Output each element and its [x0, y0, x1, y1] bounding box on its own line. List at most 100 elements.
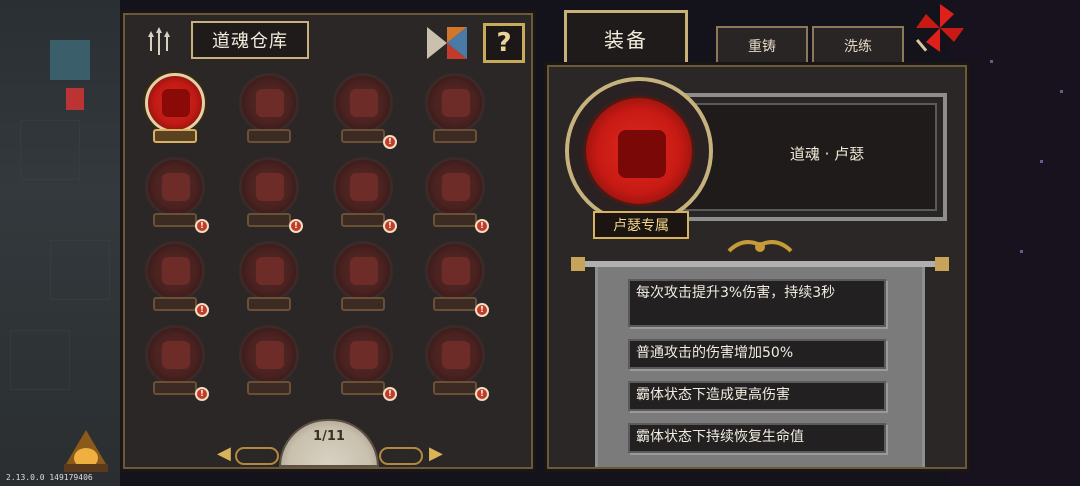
- soul-slot[interactable]: [419, 71, 491, 149]
- notification-badge: !: [475, 219, 489, 233]
- orb-stand: [153, 381, 197, 395]
- orb-stand: [247, 381, 291, 395]
- soul-slot[interactable]: !: [419, 323, 491, 401]
- orb-stand: [247, 297, 291, 311]
- soul-face-icon: [442, 89, 470, 117]
- soul-orb: [239, 241, 299, 301]
- notification-badge: !: [383, 387, 397, 401]
- soul-face-icon: [162, 89, 190, 117]
- soul-slot[interactable]: [233, 323, 305, 401]
- orb-stand: [341, 129, 385, 143]
- soul-orb: [145, 325, 205, 385]
- soul-slot[interactable]: [233, 239, 305, 317]
- background-character: [66, 88, 84, 110]
- soul-slot[interactable]: !: [327, 155, 399, 233]
- soul-orb: [425, 241, 485, 301]
- background-scene-left: [0, 0, 120, 486]
- notification-badge: !: [475, 387, 489, 401]
- star: [1060, 90, 1063, 93]
- soul-face-icon: [256, 341, 284, 369]
- soul-glyph-icon: [618, 130, 666, 178]
- soul-face-icon: [442, 341, 470, 369]
- next-page-button[interactable]: ▶: [429, 443, 443, 464]
- warehouse-title: 道魂仓库: [191, 21, 309, 59]
- soul-orb: [145, 157, 205, 217]
- orb-stand: [341, 381, 385, 395]
- soul-face-icon: [442, 173, 470, 201]
- soul-orb: [333, 241, 393, 301]
- soul-slot[interactable]: !: [419, 155, 491, 233]
- notification-badge: !: [383, 135, 397, 149]
- trident-icon: [148, 27, 170, 55]
- orb-stand: [247, 129, 291, 143]
- close-pinwheel-icon[interactable]: [914, 2, 966, 54]
- star: [990, 60, 993, 63]
- version-label: 2.13.0.0 149179406: [6, 473, 93, 482]
- orb-stand: [433, 213, 477, 227]
- star: [1020, 250, 1023, 253]
- soul-face-icon: [442, 257, 470, 285]
- floor-tile: [20, 120, 80, 180]
- soul-face-icon: [162, 173, 190, 201]
- page-indicator: 1/11: [313, 429, 345, 444]
- soul-orb: [239, 157, 299, 217]
- soul-orb: [239, 73, 299, 133]
- orb-stand: [341, 213, 385, 227]
- soul-face-icon: [350, 89, 378, 117]
- soul-slot[interactable]: !: [327, 71, 399, 149]
- tab-refine[interactable]: 洗练: [812, 26, 904, 64]
- soul-face-icon: [256, 257, 284, 285]
- orb-stand: [433, 297, 477, 311]
- soul-face-icon: [162, 257, 190, 285]
- orb-stand: [247, 213, 291, 227]
- orb-stand: [433, 129, 477, 143]
- equipped-soul-orb[interactable]: [565, 77, 713, 225]
- help-button[interactable]: ?: [483, 23, 525, 63]
- effect-item: 霸体状态下造成更高伤害: [628, 381, 886, 411]
- gold-ornament-icon: [727, 240, 793, 253]
- soul-slot[interactable]: !: [233, 155, 305, 233]
- effect-item: 普通攻击的伤害增加50%: [628, 339, 886, 369]
- soul-face-icon: [350, 173, 378, 201]
- soul-orb: [425, 73, 485, 133]
- scroll-ornament-right: [379, 447, 423, 465]
- soul-orb: [333, 325, 393, 385]
- tab-recast[interactable]: 重铸: [716, 26, 808, 64]
- soul-orb: [145, 241, 205, 301]
- soul-orb-core: [583, 95, 695, 207]
- notification-badge: !: [195, 387, 209, 401]
- notification-badge: !: [195, 219, 209, 233]
- soul-slot[interactable]: [139, 71, 211, 149]
- orb-stand: [433, 381, 477, 395]
- notification-badge: !: [289, 219, 303, 233]
- soul-face-icon: [350, 257, 378, 285]
- notification-badge: !: [383, 219, 397, 233]
- soul-slot[interactable]: !: [139, 323, 211, 401]
- soul-slot[interactable]: !: [327, 323, 399, 401]
- soul-grid: !!!!!!!!!!: [139, 71, 523, 411]
- prev-page-button[interactable]: ◀: [217, 443, 231, 464]
- star: [1040, 160, 1043, 163]
- effect-item: 每次攻击提升3%伤害，持续3秒: [628, 279, 886, 327]
- tangram-icon[interactable]: [425, 25, 469, 61]
- soul-slot[interactable]: !: [139, 239, 211, 317]
- soul-slot[interactable]: !: [419, 239, 491, 317]
- soul-slot[interactable]: [233, 71, 305, 149]
- soul-slot[interactable]: [327, 239, 399, 317]
- tab-equip[interactable]: 装备: [564, 10, 688, 64]
- soul-warehouse-panel: 道魂仓库 ? !!!!!!!!!! ◀ 1/11 ▶: [120, 10, 536, 472]
- soul-slot[interactable]: !: [139, 155, 211, 233]
- orb-stand: [341, 297, 385, 311]
- soul-orb: [239, 325, 299, 385]
- effect-item: 霸体状态下持续恢复生命值: [628, 423, 886, 453]
- soul-face-icon: [256, 89, 284, 117]
- notification-badge: !: [475, 303, 489, 317]
- soul-orb: [333, 157, 393, 217]
- soul-orb: [425, 325, 485, 385]
- notification-badge: !: [195, 303, 209, 317]
- scroll-ornament-left: [235, 447, 279, 465]
- lantern-icon: [64, 430, 108, 472]
- soul-orb: [333, 73, 393, 133]
- floor-tile: [10, 330, 70, 390]
- soul-orb: [145, 73, 205, 133]
